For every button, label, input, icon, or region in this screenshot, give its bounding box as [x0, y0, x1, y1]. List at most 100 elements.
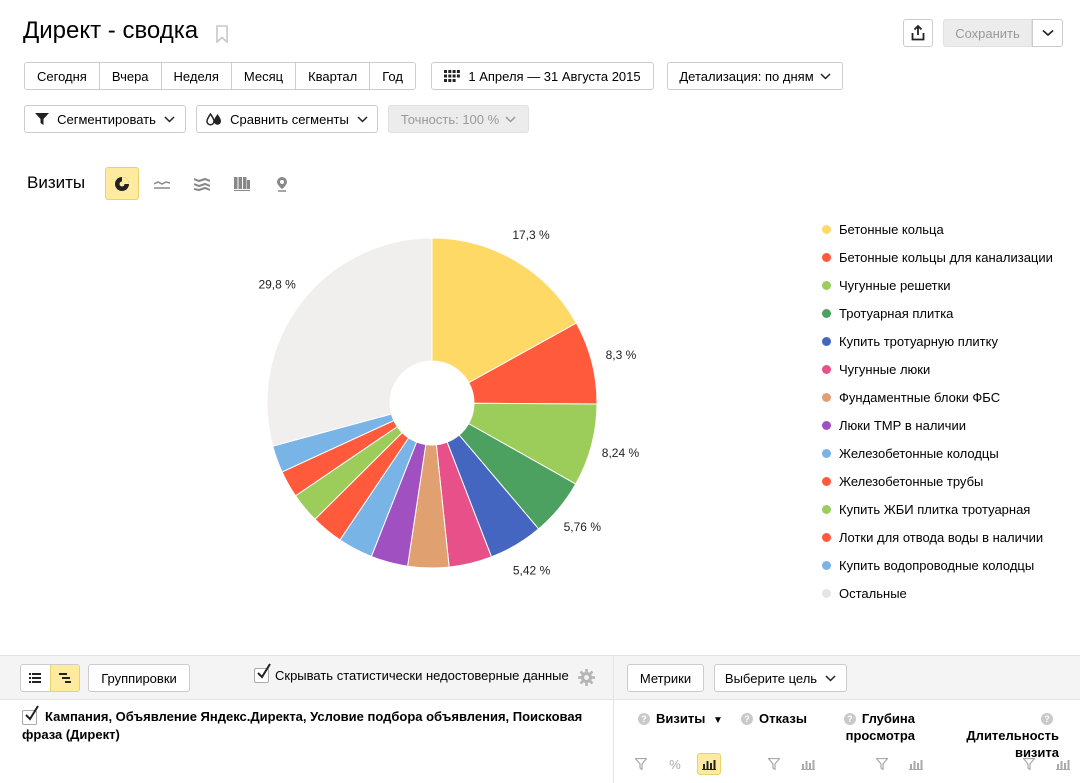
- checkbox[interactable]: [254, 663, 271, 683]
- filter-icon[interactable]: [1017, 753, 1041, 775]
- date-range-button[interactable]: 1 Апреля — 31 Августа 2015: [431, 62, 654, 90]
- legend-item[interactable]: Остальные: [822, 579, 1053, 607]
- help-icon[interactable]: ?: [638, 713, 650, 725]
- period-year-button[interactable]: Год: [370, 63, 415, 89]
- legend-swatch: [822, 336, 831, 346]
- legend-swatch: [822, 364, 831, 374]
- pie-chart-view-button[interactable]: [105, 167, 139, 200]
- chevron-down-icon: [820, 72, 831, 80]
- legend-item[interactable]: Чугунные люки: [822, 355, 1053, 383]
- period-quarter-button[interactable]: Квартал: [296, 63, 371, 89]
- legend-item[interactable]: Железобетонные трубы: [822, 467, 1053, 495]
- column-divider: [613, 656, 614, 783]
- histogram-icon[interactable]: [904, 753, 928, 775]
- area-chart-icon: [194, 177, 210, 191]
- help-icon[interactable]: ?: [843, 713, 856, 725]
- detail-dropdown[interactable]: Детализация: по дням: [667, 62, 843, 90]
- chart-legend: Бетонные кольца Бетонные кольцы для канал…: [822, 215, 1053, 607]
- pie-data-label: 8,24 %: [602, 446, 640, 460]
- help-icon[interactable]: ?: [741, 713, 753, 725]
- list-view-button[interactable]: [21, 665, 50, 691]
- calendar-icon: [444, 70, 461, 82]
- bounces-column-header[interactable]: ? Отказы: [741, 710, 807, 727]
- chevron-down-icon: [825, 674, 836, 682]
- checkmark-icon: [25, 705, 39, 721]
- accuracy-dropdown[interactable]: Точность: 100 %: [388, 105, 529, 133]
- legend-label: Железобетонные колодцы: [839, 445, 999, 461]
- histogram-icon[interactable]: [1051, 753, 1075, 775]
- legend-swatch: [822, 252, 831, 262]
- bookmark-icon[interactable]: [215, 25, 229, 43]
- visits-column-header[interactable]: ? Визиты ▼: [638, 710, 723, 729]
- legend-item[interactable]: Бетонные кольца: [822, 215, 1053, 243]
- filter-icon[interactable]: [762, 753, 786, 775]
- metrics-button[interactable]: Метрики: [627, 664, 704, 692]
- legend-item[interactable]: Фундаментные блоки ФБС: [822, 383, 1053, 411]
- segment-label: Сегментировать: [57, 111, 156, 127]
- filter-icon: [35, 113, 50, 125]
- period-yesterday-button[interactable]: Вчера: [99, 63, 162, 89]
- legend-item[interactable]: Купить ЖБИ плитка тротуарная: [822, 495, 1053, 523]
- legend-item[interactable]: Люки ТМР в наличии: [822, 411, 1053, 439]
- dimensions-checkbox[interactable]: [22, 705, 39, 726]
- area-chart-view-button[interactable]: [185, 167, 219, 200]
- report-table: Группировки Скрывать статистически недос…: [0, 655, 1080, 783]
- gear-icon[interactable]: [578, 669, 595, 686]
- depth-column-header[interactable]: ? Глубина просмотра: [843, 710, 915, 744]
- pie-data-label: 29,8 %: [258, 278, 296, 292]
- segment-dropdown[interactable]: Сегментировать: [24, 105, 186, 133]
- chart-title: Визиты: [27, 173, 86, 192]
- compare-drops-icon: [206, 112, 222, 126]
- map-view-button[interactable]: [265, 167, 299, 200]
- save-button[interactable]: Сохранить: [943, 19, 1032, 47]
- page-title: Директ - сводка: [23, 17, 199, 44]
- line-chart-icon: [154, 180, 170, 189]
- accuracy-label: Точность: 100 %: [400, 111, 500, 127]
- save-dropdown-button[interactable]: [1032, 19, 1063, 47]
- legend-item[interactable]: Купить водопроводные колодцы: [822, 551, 1053, 579]
- legend-item[interactable]: Бетонные кольцы для канализации: [822, 243, 1053, 271]
- dimensions-header[interactable]: Кампания, Объявление Яндекс.Директа, Усл…: [22, 705, 602, 744]
- period-week-button[interactable]: Неделя: [161, 63, 232, 89]
- groupings-button[interactable]: Группировки: [88, 664, 190, 692]
- legend-swatch: [822, 420, 831, 430]
- legend-label: Тротуарная плитка: [839, 305, 954, 321]
- legend-swatch: [822, 448, 831, 458]
- bar-chart-view-button[interactable]: [225, 167, 259, 200]
- sort-desc-icon: ▼: [712, 715, 723, 726]
- legend-item[interactable]: Чугунные решетки: [822, 271, 1053, 299]
- filter-icon[interactable]: [629, 753, 653, 775]
- share-icon: [911, 25, 925, 41]
- legend-item[interactable]: Лотки для отвода воды в наличии: [822, 523, 1053, 551]
- compare-label: Сравнить сегменты: [230, 111, 349, 127]
- legend-swatch: [822, 476, 831, 486]
- compare-segments-dropdown[interactable]: Сравнить сегменты: [196, 105, 378, 133]
- pie-chart-icon: [115, 176, 129, 191]
- tree-view-button[interactable]: [49, 665, 79, 691]
- help-icon[interactable]: ?: [1041, 713, 1053, 725]
- filter-icon[interactable]: [870, 753, 894, 775]
- hide-unreliable-checkbox[interactable]: Скрывать статистически недостоверные дан…: [254, 663, 569, 683]
- goal-dropdown[interactable]: Выберите цель: [714, 664, 847, 692]
- checkmark-icon: [257, 663, 271, 679]
- legend-item[interactable]: Железобетонные колодцы: [822, 439, 1053, 467]
- hide-unreliable-label: Скрывать статистически недостоверные дан…: [275, 668, 569, 683]
- period-today-button[interactable]: Сегодня: [25, 63, 100, 89]
- histogram-icon[interactable]: [697, 753, 721, 775]
- period-month-button[interactable]: Месяц: [231, 63, 297, 89]
- share-button[interactable]: [903, 19, 933, 47]
- legend-item[interactable]: Тротуарная плитка: [822, 299, 1053, 327]
- histogram-icon[interactable]: [796, 753, 820, 775]
- table-view-toggle: [20, 664, 80, 692]
- legend-label: Железобетонные трубы: [839, 473, 984, 489]
- legend-label: Купить тротуарную плитку: [839, 333, 998, 349]
- list-icon: [29, 673, 42, 683]
- legend-item[interactable]: Купить тротуарную плитку: [822, 327, 1053, 355]
- chevron-down-icon: [1041, 29, 1054, 37]
- pie-slice[interactable]: [266, 237, 433, 447]
- line-chart-view-button[interactable]: [145, 167, 179, 200]
- visits-pie-chart: 17,3 % 8,3 % 8,24 % 5,76 % 5,42 % 29,8 %: [258, 228, 640, 578]
- percent-toggle[interactable]: %: [663, 753, 687, 775]
- legend-label: Чугунные люки: [839, 361, 931, 377]
- legend-swatch: [822, 504, 831, 514]
